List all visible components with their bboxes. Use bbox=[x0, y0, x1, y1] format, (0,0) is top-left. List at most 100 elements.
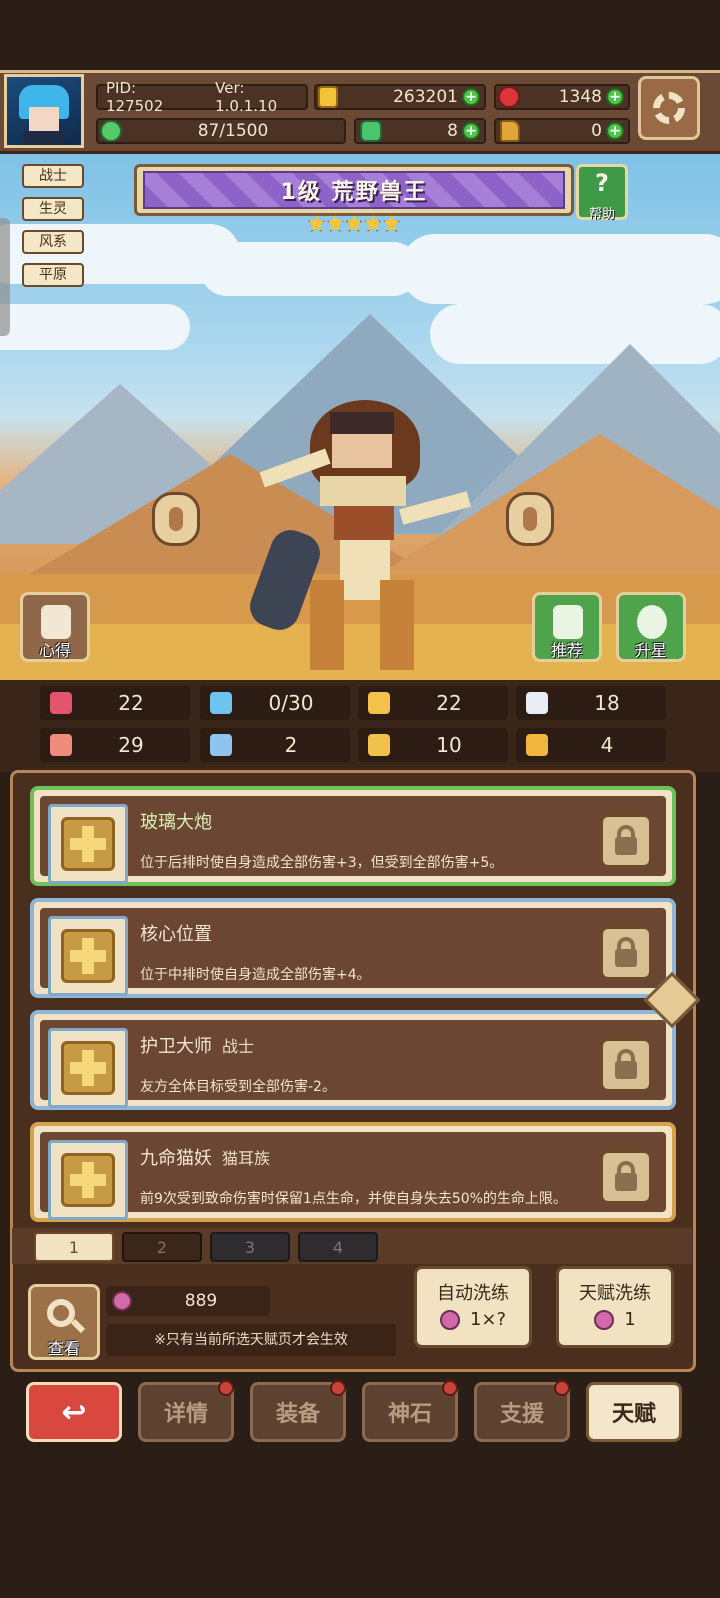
edge-handle[interactable] bbox=[0, 218, 10, 336]
star-icon bbox=[345, 214, 363, 232]
talent-name-row: 护卫大师 战士 bbox=[140, 1032, 254, 1058]
talent-description: 位于后排时使自身造成全部伤害+3，但受到全部伤害+5。 bbox=[140, 855, 504, 871]
star-up-button[interactable]: 升星 bbox=[616, 592, 686, 662]
clover-counter: 8 + bbox=[354, 118, 486, 144]
star-icon bbox=[326, 214, 344, 232]
talent-name-row: 核心位置 bbox=[140, 920, 222, 946]
insight-button[interactable]: 心得 bbox=[20, 592, 90, 662]
stat-3[interactable]: 18 bbox=[516, 686, 666, 720]
hero-sprite bbox=[244, 390, 490, 680]
talent-wash-cost: 1 bbox=[624, 1309, 636, 1330]
auto-wash-title: 自动洗练 bbox=[437, 1283, 509, 1304]
gold-value: 263201 bbox=[393, 87, 458, 107]
tag-element[interactable]: 风系 bbox=[22, 230, 84, 254]
star-rating bbox=[308, 214, 400, 234]
stat-2[interactable]: 22 bbox=[358, 686, 508, 720]
chevron-right-icon bbox=[523, 507, 537, 531]
add-gem-button[interactable]: + bbox=[606, 88, 624, 106]
stat-4[interactable]: 29 bbox=[40, 728, 190, 762]
star-up-label: 升星 bbox=[634, 641, 667, 660]
boots-counter: 0 + bbox=[494, 118, 630, 144]
gold-coin-icon bbox=[318, 86, 338, 108]
view-button[interactable]: 查看 bbox=[28, 1284, 100, 1360]
nav-talent[interactable]: 天赋 bbox=[586, 1382, 682, 1442]
energy-icon bbox=[100, 120, 122, 142]
wing-icon bbox=[526, 692, 548, 714]
talent-wash-button[interactable]: 天赋洗练 1 bbox=[556, 1266, 674, 1348]
prev-hero-button[interactable] bbox=[152, 492, 200, 546]
stat-value: 4 bbox=[600, 733, 614, 757]
stat-5[interactable]: 2 bbox=[200, 728, 350, 762]
ruby-icon bbox=[498, 86, 520, 108]
talent-emblem-icon bbox=[61, 929, 115, 983]
player-info: PID: 127502 Ver: 1.0.1.10 bbox=[96, 79, 308, 115]
stat-value: 0/30 bbox=[268, 691, 314, 715]
talent-emblem-icon bbox=[61, 817, 115, 871]
talent-emblem-icon bbox=[61, 1153, 115, 1207]
page-tab-3[interactable]: 3 bbox=[210, 1232, 290, 1262]
active-page-note: ※只有当前所选天赋页才会生效 bbox=[106, 1324, 396, 1356]
potion-value: 889 bbox=[184, 1291, 218, 1311]
book-icon bbox=[210, 734, 232, 756]
fist-icon bbox=[50, 734, 72, 756]
tag-race[interactable]: 生灵 bbox=[22, 197, 84, 221]
boot-icon bbox=[500, 120, 520, 142]
recommend-button[interactable]: 推荐 bbox=[532, 592, 602, 662]
add-gold-button[interactable]: + bbox=[462, 88, 480, 106]
stat-value: 22 bbox=[118, 691, 144, 715]
lock-button[interactable] bbox=[600, 1038, 652, 1092]
boots-value: 0 bbox=[591, 121, 602, 141]
page-tab-4[interactable]: 4 bbox=[298, 1232, 378, 1262]
stat-6[interactable]: 10 bbox=[358, 728, 508, 762]
add-boots-button[interactable]: + bbox=[606, 122, 624, 140]
page-tab-2[interactable]: 2 bbox=[122, 1232, 202, 1262]
tag-class[interactable]: 战士 bbox=[22, 164, 84, 188]
stat-value: 2 bbox=[284, 733, 298, 757]
talent-name: 九命猫妖 bbox=[140, 1148, 212, 1169]
lock-button[interactable] bbox=[600, 926, 652, 980]
recommend-label: 推荐 bbox=[550, 641, 583, 660]
details-badge bbox=[218, 1380, 234, 1396]
support-badge bbox=[554, 1380, 570, 1396]
talent-icon-frame bbox=[48, 1028, 128, 1108]
star-icon bbox=[383, 214, 400, 232]
heart-icon bbox=[50, 692, 72, 714]
chevron-left-icon bbox=[169, 507, 183, 531]
talent-card[interactable]: 护卫大师 战士 友方全体目标受到全部伤害-2。 bbox=[30, 1010, 676, 1110]
water-drop-icon bbox=[210, 692, 232, 714]
talent-type: 战士 bbox=[222, 1037, 255, 1056]
gear-icon bbox=[653, 92, 685, 124]
equipment-badge bbox=[330, 1380, 346, 1396]
stat-1[interactable]: 0/30 bbox=[200, 686, 350, 720]
stat-7[interactable]: 4 bbox=[516, 728, 666, 762]
talent-card[interactable]: 九命猫妖 猫耳族 前9次受到致命伤害时保留1点生命，并使自身失去50%的生命上限。 bbox=[30, 1122, 676, 1222]
talent-card[interactable]: 核心位置位于中排时使自身造成全部伤害+4。 bbox=[30, 898, 676, 998]
clover-icon bbox=[360, 120, 382, 142]
talent-name-row: 玻璃大炮 bbox=[140, 808, 222, 834]
talent-card-body: 玻璃大炮位于后排时使自身造成全部伤害+3，但受到全部伤害+5。 bbox=[40, 796, 666, 884]
boot-icon bbox=[368, 734, 390, 756]
talent-card[interactable]: 玻璃大炮位于后排时使自身造成全部伤害+3，但受到全部伤害+5。 bbox=[30, 786, 676, 886]
auto-wash-button[interactable]: 自动洗练 1×? bbox=[414, 1266, 532, 1348]
talent-card-body: 核心位置位于中排时使自身造成全部伤害+4。 bbox=[40, 908, 666, 996]
back-button[interactable]: ↩ bbox=[26, 1382, 122, 1442]
star-icon bbox=[364, 214, 382, 232]
potion-icon bbox=[112, 1291, 132, 1311]
help-button[interactable]: ? 帮助 bbox=[576, 164, 628, 222]
talent-description: 位于中排时使自身造成全部伤害+4。 bbox=[140, 967, 371, 983]
talent-card-body: 九命猫妖 猫耳族 前9次受到致命伤害时保留1点生命，并使自身失去50%的生命上限。 bbox=[40, 1132, 666, 1220]
gold-counter: 263201 + bbox=[314, 84, 486, 110]
settings-button[interactable] bbox=[638, 76, 700, 140]
tag-terrain[interactable]: 平原 bbox=[22, 263, 84, 287]
add-clover-button[interactable]: + bbox=[462, 122, 480, 140]
talent-type: 猫耳族 bbox=[222, 1149, 271, 1168]
thumbs-up-icon bbox=[553, 605, 583, 639]
stat-0[interactable]: 22 bbox=[40, 686, 190, 720]
lock-button[interactable] bbox=[600, 814, 652, 868]
lock-button[interactable] bbox=[600, 1150, 652, 1204]
talent-icon-frame bbox=[48, 1140, 128, 1220]
page-tab-1[interactable]: 1 bbox=[34, 1232, 114, 1262]
next-hero-button[interactable] bbox=[506, 492, 554, 546]
energy-counter: 87/1500 bbox=[96, 118, 346, 144]
player-avatar[interactable] bbox=[4, 74, 84, 148]
